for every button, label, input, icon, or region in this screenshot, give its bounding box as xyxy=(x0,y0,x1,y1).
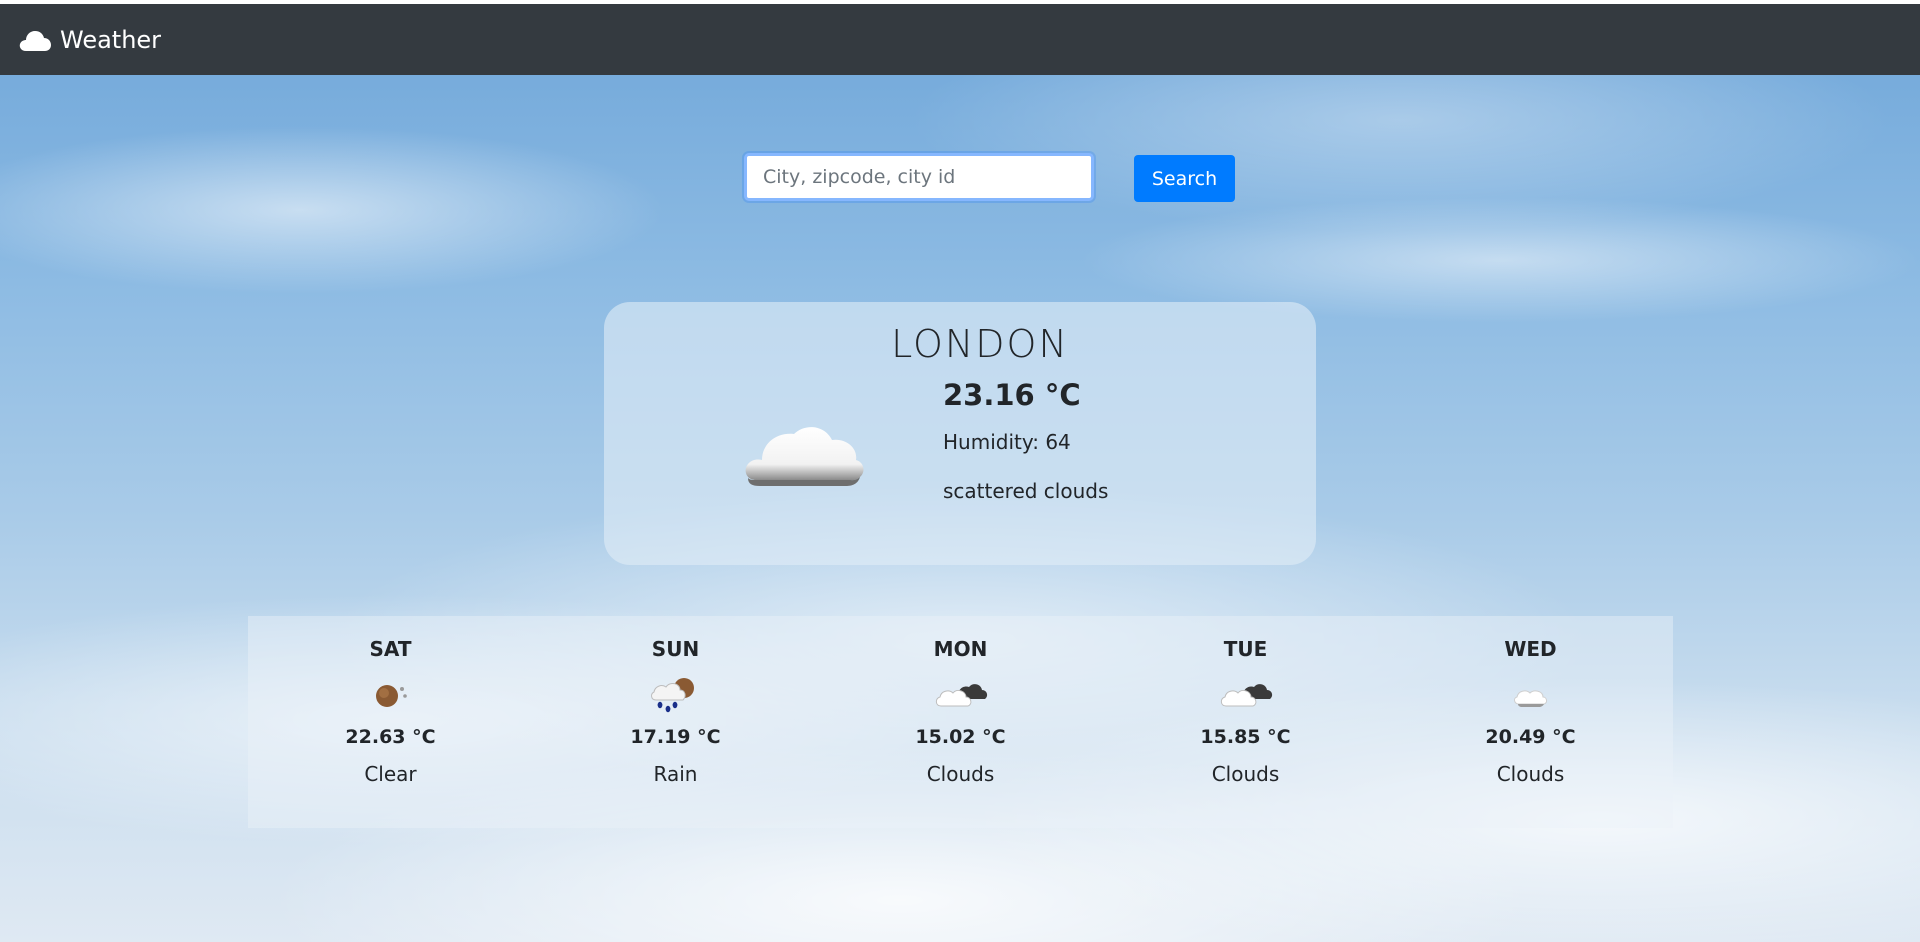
broken-clouds-icon xyxy=(1220,684,1272,707)
clear-night-icon xyxy=(375,685,407,707)
search-button[interactable]: Search xyxy=(1134,155,1235,202)
forecast-day-name: TUE xyxy=(1223,637,1268,661)
rain-icon xyxy=(650,678,694,713)
forecast-day-name: SAT xyxy=(369,637,412,661)
forecast-temperature: 20.49 °C xyxy=(1485,726,1576,748)
forecast-day: WED 20.49 °C Clouds xyxy=(1388,616,1673,828)
navbar: Weather xyxy=(0,4,1920,75)
forecast-day-name: MON xyxy=(933,637,988,661)
forecast-day: SAT 22.63 °C Clear xyxy=(248,616,533,828)
broken-clouds-icon xyxy=(935,684,987,707)
forecast-description: Clear xyxy=(364,762,417,786)
forecast-temperature: 15.02 °C xyxy=(915,726,1006,748)
forecast-day-name: WED xyxy=(1504,637,1557,661)
scattered-clouds-icon xyxy=(745,427,864,486)
forecast-panel: SAT 22.63 °C Clear SUN 17.19 °C Rain MON… xyxy=(248,616,1673,828)
forecast-temperature: 15.85 °C xyxy=(1200,726,1291,748)
weather-description: scattered clouds xyxy=(943,479,1109,503)
few-clouds-icon xyxy=(1513,690,1547,707)
forecast-temperature: 17.19 °C xyxy=(630,726,721,748)
forecast-description: Clouds xyxy=(1496,762,1565,786)
forecast-day: MON 15.02 °C Clouds xyxy=(818,616,1103,828)
search-input[interactable] xyxy=(744,153,1094,201)
city-name: LONDON xyxy=(891,322,1069,366)
humidity-label: Humidity: 64 xyxy=(943,430,1071,454)
forecast-description: Clouds xyxy=(926,762,995,786)
humidity: Humidity: 64 xyxy=(943,430,1071,454)
cloud-icon xyxy=(19,30,51,51)
current-temperature: 23.16 °C xyxy=(943,378,1081,412)
forecast-description: Clouds xyxy=(1211,762,1280,786)
brand-link[interactable]: Weather xyxy=(18,26,161,54)
forecast-day: SUN 17.19 °C Rain xyxy=(533,616,818,828)
forecast-temperature: 22.63 °C xyxy=(345,726,436,748)
forecast-day-name: SUN xyxy=(651,637,700,661)
brand-title: Weather xyxy=(60,25,162,54)
forecast-day: TUE 15.85 °C Clouds xyxy=(1103,616,1388,828)
forecast-description: Rain xyxy=(653,762,698,786)
current-weather-card: LONDON 23.16 °C Humidity: 64 scattered c… xyxy=(604,302,1316,565)
